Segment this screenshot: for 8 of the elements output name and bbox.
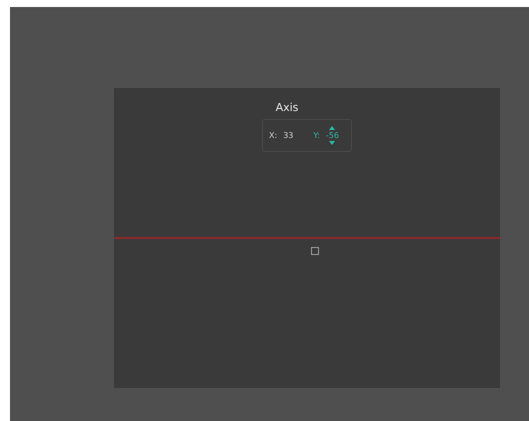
up-arrow-icon[interactable] (329, 126, 336, 130)
y-label: Y: (313, 131, 320, 140)
center-marker (311, 247, 319, 255)
y-value-field[interactable]: -56 (326, 126, 339, 145)
x-value: 33 (283, 131, 294, 140)
x-label: X: (269, 131, 278, 140)
down-arrow-icon[interactable] (329, 141, 336, 145)
panel-title: Axis (276, 101, 298, 114)
